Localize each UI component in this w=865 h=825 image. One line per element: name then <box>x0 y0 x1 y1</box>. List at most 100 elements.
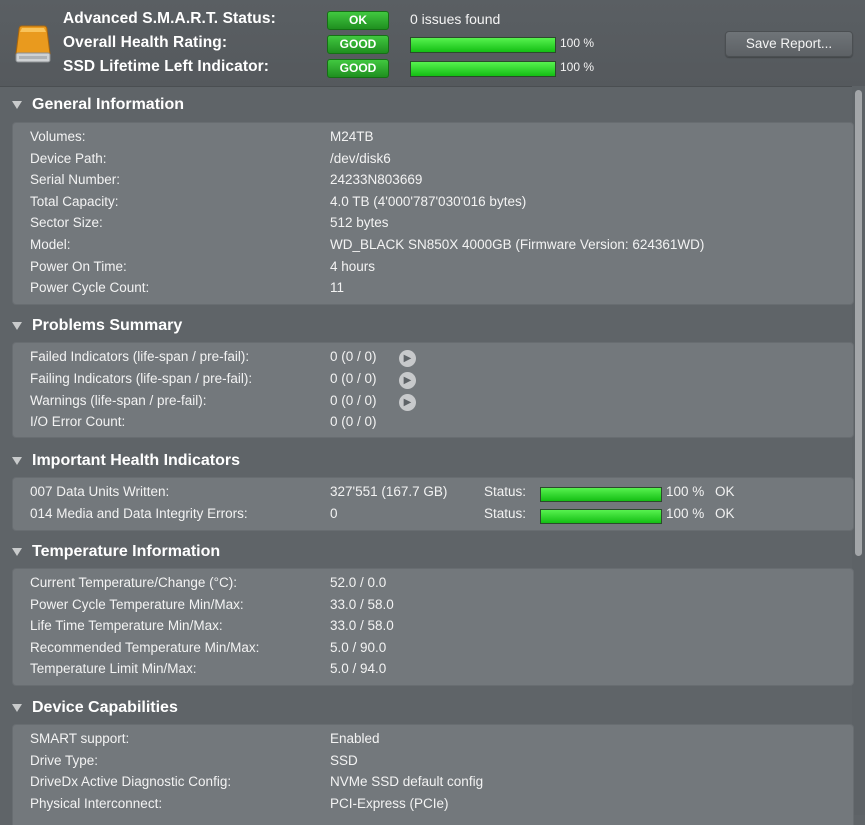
temperature-key: Life Time Temperature Min/Max: <box>30 618 223 633</box>
capability-key: DriveDx Active Diagnostic Config: <box>30 774 232 789</box>
capability-row: DriveDx Active Diagnostic Config: NVMe SS… <box>13 774 853 794</box>
indicator-status-bar-fill <box>541 510 661 523</box>
problem-value: 0 (0 / 0) <box>330 393 377 408</box>
info-value: 4 hours <box>330 259 376 274</box>
problem-key: Failed Indicators (life-span / pre-fail)… <box>30 349 250 364</box>
disclosure-triangle-icon[interactable] <box>12 548 22 556</box>
temperature-row: Temperature Limit Min/Max: 5.0 / 94.0 <box>13 661 853 681</box>
status-label: Status: <box>484 506 527 521</box>
problem-row: I/O Error Count: 0 (0 / 0) <box>13 414 853 434</box>
problem-value: 0 (0 / 0) <box>330 414 377 429</box>
info-key: Model: <box>30 237 71 252</box>
problem-row: Failing Indicators (life-span / pre-fail… <box>13 371 853 391</box>
indicator-value: 327'551 (167.7 GB) <box>330 484 448 499</box>
info-key: Volumes: <box>30 129 86 144</box>
temperature-value: 33.0 / 58.0 <box>330 618 394 633</box>
temperature-value: 5.0 / 94.0 <box>330 661 387 676</box>
indicator-value: 0 <box>330 506 338 521</box>
info-row: Power Cycle Count: 11 <box>13 280 853 300</box>
info-key: Power Cycle Count: <box>30 280 150 295</box>
temperature-key: Current Temperature/Change (°C): <box>30 575 237 590</box>
info-key: Device Path: <box>30 151 107 166</box>
info-value: /dev/disk6 <box>330 151 391 166</box>
save-report-button[interactable]: Save Report... <box>725 31 853 57</box>
disclosure-triangle-icon[interactable] <box>12 457 22 465</box>
details-arrow-icon[interactable]: ▶ <box>399 372 416 389</box>
temperature-row: Power Cycle Temperature Min/Max: 33.0 / 5… <box>13 597 853 617</box>
problem-row: Failed Indicators (life-span / pre-fail)… <box>13 349 853 369</box>
health-rating-percent: 100 % <box>560 36 595 50</box>
info-value: 24233N803669 <box>330 172 423 187</box>
info-row: Total Capacity: 4.0 TB (4'000'787'030'016… <box>13 194 853 214</box>
lifetime-left-bar-fill <box>411 62 555 76</box>
info-value: 512 bytes <box>330 215 389 230</box>
temperature-panel: Current Temperature/Change (°C): 52.0 / 0… <box>12 568 854 686</box>
problem-key: Failing Indicators (life-span / pre-fail… <box>30 371 253 386</box>
disclosure-triangle-icon[interactable] <box>12 704 22 712</box>
problem-row: Warnings (life-span / pre-fail): 0 (0 / … <box>13 393 853 413</box>
info-value: 11 <box>330 280 345 295</box>
lifetime-left-badge: GOOD <box>327 59 389 78</box>
scrollbar-thumb[interactable] <box>855 90 862 556</box>
health-indicators-panel: 007 Data Units Written: 327'551 (167.7 G… <box>12 477 854 531</box>
problem-key: I/O Error Count: <box>30 414 126 429</box>
indicator-name: 007 Data Units Written: <box>30 484 170 499</box>
section-title: Temperature Information <box>32 543 221 560</box>
capability-row: SMART support: Enabled <box>13 731 853 751</box>
health-rating-bar <box>410 37 556 53</box>
capability-key: Physical Interconnect: <box>30 796 163 811</box>
info-row: Model: WD_BLACK SN850X 4000GB (Firmware V… <box>13 237 853 257</box>
info-row: Serial Number: 24233N803669 <box>13 172 853 192</box>
capability-row: Drive Type: SSD <box>13 753 853 773</box>
details-arrow-icon[interactable]: ▶ <box>399 394 416 411</box>
health-rating-bar-fill <box>411 38 555 52</box>
capability-row: Physical Interconnect: PCI-Express (PCIe) <box>13 796 853 816</box>
info-key: Serial Number: <box>30 172 121 187</box>
temperature-row: Current Temperature/Change (°C): 52.0 / 0… <box>13 575 853 595</box>
health-indicator-row[interactable]: 007 Data Units Written: 327'551 (167.7 G… <box>13 484 853 504</box>
section-temperature-header[interactable]: Temperature Information <box>0 541 850 567</box>
general-info-panel: Volumes: M24TB Device Path: /dev/disk6 Ser… <box>12 122 854 305</box>
temperature-key: Power Cycle Temperature Min/Max: <box>30 597 244 612</box>
section-general-header[interactable]: General Information <box>0 94 850 120</box>
capability-value: PCI-Express (PCIe) <box>330 796 449 811</box>
problems-panel: Failed Indicators (life-span / pre-fail)… <box>12 342 854 438</box>
info-key: Power On Time: <box>30 259 127 274</box>
disclosure-triangle-icon[interactable] <box>12 322 22 330</box>
lifetime-left-percent: 100 % <box>560 60 595 74</box>
problem-value: 0 (0 / 0) <box>330 371 377 386</box>
indicator-percent: 100 % <box>666 506 705 521</box>
lifetime-left-bar <box>410 61 556 77</box>
info-key: Total Capacity: <box>30 194 119 209</box>
capability-value: Enabled <box>330 731 380 746</box>
indicator-percent: 100 % <box>666 484 705 499</box>
temperature-key: Recommended Temperature Min/Max: <box>30 640 260 655</box>
info-row: Device Path: /dev/disk6 <box>13 151 853 171</box>
section-capabilities-header[interactable]: Device Capabilities <box>0 697 850 723</box>
section-health-header[interactable]: Important Health Indicators <box>0 450 850 476</box>
indicator-status: OK <box>715 506 735 521</box>
problem-key: Warnings (life-span / pre-fail): <box>30 393 207 408</box>
info-row: Volumes: M24TB <box>13 129 853 149</box>
section-title: General Information <box>32 96 185 113</box>
details-arrow-icon[interactable]: ▶ <box>399 350 416 367</box>
smart-status-label: Advanced S.M.A.R.T. Status: <box>63 10 276 27</box>
info-value: WD_BLACK SN850X 4000GB (Firmware Version… <box>330 237 705 252</box>
capability-key: SMART support: <box>30 731 130 746</box>
health-indicator-row[interactable]: 014 Media and Data Integrity Errors: 0 S… <box>13 506 853 526</box>
status-header: Advanced S.M.A.R.T. Status: OK 0 issues … <box>0 0 865 87</box>
info-row: Sector Size: 512 bytes <box>13 215 853 235</box>
indicator-status: OK <box>715 484 735 499</box>
health-rating-label: Overall Health Rating: <box>63 34 228 51</box>
info-value: M24TB <box>330 129 374 144</box>
temperature-value: 33.0 / 58.0 <box>330 597 394 612</box>
status-label: Status: <box>484 484 527 499</box>
capability-value: NVMe SSD default config <box>330 774 484 789</box>
temperature-row: Life Time Temperature Min/Max: 33.0 / 58.… <box>13 618 853 638</box>
lifetime-left-row: SSD Lifetime Left Indicator: GOOD 100 % <box>0 58 865 78</box>
lifetime-left-label: SSD Lifetime Left Indicator: <box>63 58 270 75</box>
indicator-status-bar <box>540 487 662 502</box>
disclosure-triangle-icon[interactable] <box>12 101 22 109</box>
health-rating-badge: GOOD <box>327 35 389 54</box>
section-problems-header[interactable]: Problems Summary <box>0 315 850 341</box>
